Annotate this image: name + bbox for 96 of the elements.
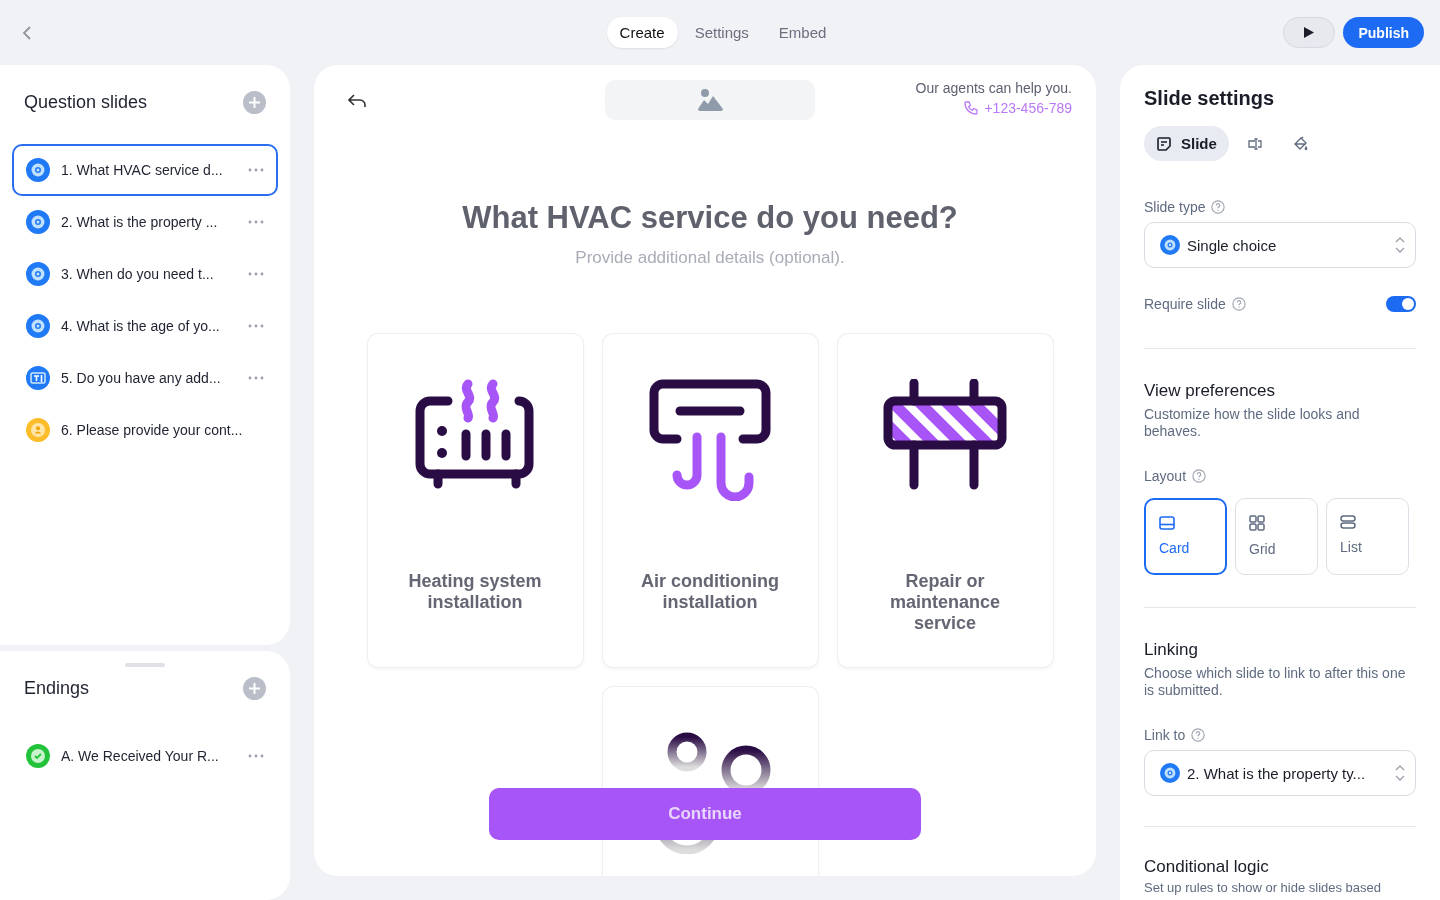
- more-icon: [248, 168, 264, 172]
- check-icon: [26, 744, 50, 768]
- grid-icon: [1249, 515, 1265, 531]
- radio-icon: [26, 262, 50, 286]
- slide-list-item[interactable]: 6. Please provide your cont...: [12, 404, 278, 456]
- radio-icon: [26, 158, 50, 182]
- section-description: Customize how the slide looks and behaves.: [1144, 406, 1361, 440]
- more-button[interactable]: [248, 324, 264, 328]
- plus-icon: [249, 97, 260, 108]
- add-button[interactable]: [243, 91, 266, 114]
- help-icon: [1192, 469, 1207, 483]
- plus-icon: [249, 683, 260, 694]
- question-description: Provide additional details (optional).: [574, 248, 846, 268]
- top-tab[interactable]: Settings: [681, 17, 762, 48]
- option-card[interactable]: Repair or maintenance service: [837, 334, 1053, 667]
- section-description: Set up rules to show or hide slides based: [1144, 879, 1383, 896]
- radio-icon: [1160, 763, 1180, 783]
- panel-title: Question slides: [24, 92, 148, 113]
- slide-label: 1. What HVAC service d...: [61, 162, 224, 178]
- undo-icon: [348, 94, 367, 108]
- more-icon: [248, 272, 264, 276]
- panel-title: Endings: [24, 678, 90, 699]
- field-label: Slide type: [1144, 199, 1206, 215]
- field-label: Require slide: [1144, 296, 1226, 312]
- slide-list-item[interactable]: 4. What is the age of yo...: [12, 300, 278, 352]
- settings-title: Slide settings: [1144, 87, 1276, 110]
- play-icon: [1303, 26, 1316, 39]
- radio-icon: [26, 210, 50, 234]
- barrier-icon: [882, 379, 1008, 491]
- image-icon: [697, 89, 723, 111]
- text-field-icon: [26, 366, 50, 390]
- option-card[interactable]: Heating system installation: [367, 334, 583, 667]
- help-icon: [1231, 297, 1246, 311]
- card-layout-icon: [1159, 516, 1175, 530]
- slide-list-item[interactable]: 1. What HVAC service d...: [12, 144, 278, 196]
- layout-option[interactable]: List: [1326, 498, 1409, 575]
- slide-list-item[interactable]: A. We Received Your R...: [12, 730, 278, 782]
- more-button[interactable]: [248, 376, 264, 380]
- link-to-select[interactable]: 2. What is the property ty...: [1144, 750, 1416, 796]
- slide-list-item[interactable]: 3. When do you need t...: [12, 248, 278, 300]
- slide-list-item[interactable]: 5. Do you have any add...: [12, 352, 278, 404]
- section-title: Linking: [1144, 640, 1199, 660]
- back-chevron-icon: [22, 24, 32, 41]
- more-button[interactable]: [248, 220, 264, 224]
- add-button[interactable]: [243, 677, 266, 700]
- radio-icon: [1160, 235, 1180, 255]
- slide-list-item[interactable]: 2. What is the property ...: [12, 196, 278, 248]
- radio-icon: [26, 314, 50, 338]
- more-button[interactable]: [248, 168, 264, 172]
- section-title: View preferences: [1144, 381, 1277, 401]
- more-icon: [248, 754, 264, 758]
- slide-label: 6. Please provide your cont...: [61, 422, 244, 438]
- more-icon: [248, 324, 264, 328]
- note-icon: [1156, 135, 1172, 152]
- panel-mode-tab[interactable]: Slide: [1144, 126, 1229, 161]
- help-icon: [1191, 728, 1206, 742]
- top-tab[interactable]: Create: [606, 17, 678, 48]
- more-button[interactable]: [248, 272, 264, 276]
- person-icon: [26, 418, 50, 442]
- paint-bucket-icon: [1292, 135, 1309, 152]
- preview-button[interactable]: [1283, 17, 1336, 48]
- option-label: Repair or maintenance service: [888, 571, 1001, 635]
- chevron-up-down-icon: [1395, 237, 1405, 253]
- undo-button[interactable]: [348, 94, 367, 108]
- more-button[interactable]: [248, 754, 264, 758]
- slide-label: A. We Received Your R...: [61, 748, 220, 764]
- publish-button[interactable]: Publish: [1343, 17, 1424, 48]
- back-button[interactable]: [22, 24, 32, 41]
- phone-icon: [964, 101, 979, 115]
- option-card[interactable]: Air conditioning installation: [602, 334, 818, 667]
- slide-type-select[interactable]: Single choice: [1144, 222, 1416, 268]
- option-label: Heating system installation: [407, 571, 543, 614]
- air-conditioner-icon: [647, 379, 773, 501]
- slide-label: 3. When do you need t...: [61, 266, 215, 282]
- top-tab[interactable]: Embed: [765, 17, 840, 48]
- more-icon: [248, 220, 264, 224]
- input-field-icon: [1246, 137, 1263, 150]
- slide-label: 5. Do you have any add...: [61, 370, 222, 386]
- layout-option[interactable]: Grid: [1235, 498, 1318, 575]
- list-icon: [1340, 515, 1356, 529]
- slide-label: 2. What is the property ...: [61, 214, 219, 230]
- help-text: Our agents can help you.: [915, 80, 1072, 96]
- slide-label: 4. What is the age of yo...: [61, 318, 221, 334]
- drag-handle[interactable]: [125, 663, 165, 667]
- help-icon: [1211, 200, 1226, 214]
- section-description: Choose which slide to link to after this one is submitted.: [1144, 665, 1407, 699]
- layout-option[interactable]: Card: [1144, 498, 1227, 575]
- more-icon: [248, 376, 264, 380]
- chevron-up-down-icon: [1395, 765, 1405, 781]
- field-label: Layout: [1144, 468, 1187, 484]
- question-title: What HVAC service do you need?: [461, 200, 959, 236]
- section-title: Conditional logic: [1144, 857, 1270, 877]
- field-label: Link to: [1144, 727, 1186, 743]
- option-label: Air conditioning installation: [640, 571, 780, 614]
- require-toggle[interactable]: [1386, 296, 1416, 312]
- logo-placeholder[interactable]: [605, 80, 815, 120]
